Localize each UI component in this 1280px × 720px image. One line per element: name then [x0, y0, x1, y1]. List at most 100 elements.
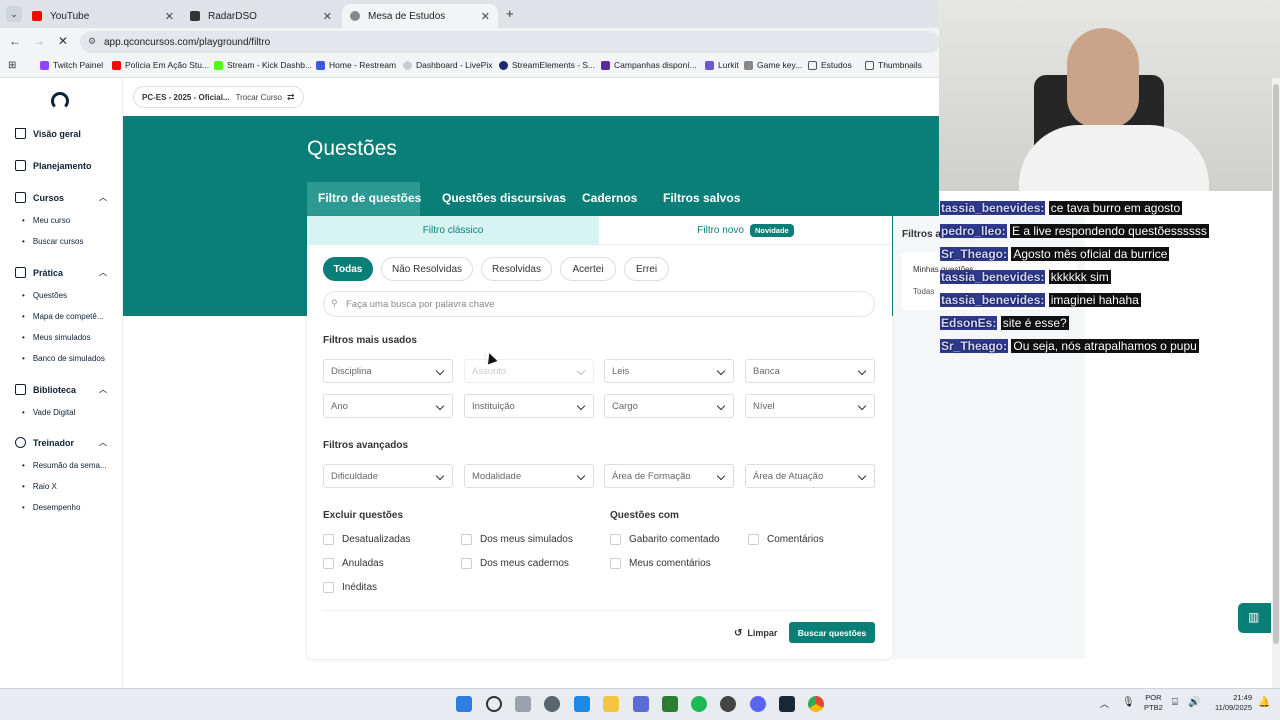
- chrome-icon[interactable]: [808, 696, 824, 712]
- sidebar-item-treinador[interactable]: Treinador ︿: [15, 437, 107, 448]
- sidebar-item-questoes[interactable]: Questões: [22, 291, 67, 300]
- search-input[interactable]: ⚲ Faça uma busca por palavra chave: [323, 291, 875, 317]
- pill-todas[interactable]: Todas: [323, 257, 373, 281]
- sidebar-item-cursos[interactable]: Cursos ︿: [15, 192, 107, 203]
- tab-mesa-de-estudos[interactable]: Mesa de Estudos ✕: [342, 4, 498, 28]
- tab-list-icon[interactable]: ⌄: [6, 6, 22, 22]
- apps-icon[interactable]: ⊞: [8, 60, 16, 71]
- bookmark[interactable]: Campanhas disponí...: [601, 60, 697, 70]
- sidebar-item-resumao-da-semana[interactable]: Resumão da sema...: [22, 461, 107, 470]
- microphone-icon[interactable]: 🎙: [1122, 697, 1135, 708]
- close-icon[interactable]: ✕: [481, 10, 490, 23]
- scrollbar-thumb[interactable]: [1273, 84, 1279, 644]
- close-icon[interactable]: ✕: [165, 10, 174, 23]
- sidebar-item-biblioteca[interactable]: Biblioteca ︿: [15, 384, 107, 395]
- checkbox-box[interactable]: [323, 534, 334, 545]
- stop-icon[interactable]: ✕: [58, 34, 68, 48]
- file-explorer-icon[interactable]: [603, 696, 619, 712]
- checkbox-dos-meus-cadernos[interactable]: Dos meus cadernos: [461, 558, 569, 569]
- search-questions-button[interactable]: Buscar questões: [789, 622, 875, 643]
- checkbox-box[interactable]: [323, 582, 334, 593]
- checkbox-desatualizadas[interactable]: Desatualizadas: [323, 534, 410, 545]
- checkbox-anuladas[interactable]: Anuladas: [323, 558, 384, 569]
- spotify-icon[interactable]: [691, 696, 707, 712]
- select-disciplina[interactable]: Disciplina: [323, 359, 453, 383]
- site-info-icon[interactable]: ⚙: [88, 36, 96, 47]
- task-view-icon[interactable]: [515, 696, 531, 712]
- checkbox-meus-comentarios[interactable]: Meus comentários: [610, 558, 711, 569]
- course-selector[interactable]: PC-ES - 2025 - Oficial... Trocar Curso ⇄: [133, 86, 304, 108]
- pill-errei[interactable]: Errei: [624, 257, 669, 281]
- tab-cadernos[interactable]: Cadernos: [582, 191, 637, 205]
- tray-chevron-icon[interactable]: ︿: [1100, 697, 1109, 710]
- checkbox-comentarios[interactable]: Comentários: [748, 534, 824, 545]
- checkbox-box[interactable]: [610, 558, 621, 569]
- bookmark-folder[interactable]: Estudos: [808, 60, 852, 70]
- language-indicator[interactable]: POR PTB2: [1144, 693, 1163, 713]
- bookmark[interactable]: Game key...: [744, 60, 802, 70]
- volume-icon[interactable]: 🔊: [1188, 697, 1200, 708]
- select-cargo[interactable]: Cargo: [604, 394, 734, 418]
- sidebar-item-raio-x[interactable]: Raio X: [22, 482, 57, 491]
- tab-filtro-de-questoes[interactable]: Filtro de questões: [318, 191, 421, 205]
- obs-icon[interactable]: [720, 696, 736, 712]
- checkbox-box[interactable]: [323, 558, 334, 569]
- clock[interactable]: 21:49 11/09/2025: [1208, 693, 1252, 713]
- sidebar-item-vade-digital[interactable]: Vade Digital: [22, 408, 76, 417]
- checkbox-dos-meus-simulados[interactable]: Dos meus simulados: [461, 534, 573, 545]
- bookmark[interactable]: Dashboard - LivePix: [403, 60, 493, 70]
- windows-start-icon[interactable]: [456, 696, 472, 712]
- discord-icon[interactable]: [750, 696, 766, 712]
- select-instituicao[interactable]: Instituição: [464, 394, 594, 418]
- forward-icon[interactable]: →: [33, 34, 45, 48]
- select-area-de-formacao[interactable]: Área de Formação: [604, 464, 734, 488]
- page-scrollbar[interactable]: [1272, 78, 1280, 688]
- new-tab-icon[interactable]: +: [506, 6, 514, 21]
- photos-icon[interactable]: [574, 696, 590, 712]
- clear-button[interactable]: ↺ Limpar: [734, 623, 777, 643]
- checkbox-ineditas[interactable]: Inéditas: [323, 582, 377, 593]
- bookmark[interactable]: Polícia Em Ação Stu...: [112, 60, 209, 70]
- app-icon[interactable]: [662, 696, 678, 712]
- checkbox-box[interactable]: [461, 558, 472, 569]
- bookmark[interactable]: Twitch Painel: [40, 60, 103, 70]
- select-banca[interactable]: Banca: [745, 359, 875, 383]
- bookmark-folder[interactable]: Thumbnails: [865, 60, 922, 70]
- sidebar-item-buscar-cursos[interactable]: Buscar cursos: [22, 237, 84, 246]
- sidebar-item-banco-de-simulados[interactable]: Banco de simulados: [22, 354, 105, 363]
- tab-radardso[interactable]: RadarDSO ✕: [182, 4, 340, 28]
- checkbox-gabarito-comentado[interactable]: Gabarito comentado: [610, 534, 720, 545]
- steam-icon[interactable]: [779, 696, 795, 712]
- tab-filtros-salvos[interactable]: Filtros salvos: [663, 191, 740, 205]
- url-field[interactable]: ⚙ app.qconcursos.com/playground/filtro: [80, 31, 940, 53]
- pill-acertei[interactable]: Acertei: [560, 257, 616, 281]
- checkbox-box[interactable]: [610, 534, 621, 545]
- library-float-button[interactable]: ▥: [1238, 603, 1271, 633]
- search-icon[interactable]: [486, 696, 502, 712]
- sidebar-item-visao-geral[interactable]: Visão geral: [15, 128, 81, 139]
- checkbox-box[interactable]: [461, 534, 472, 545]
- subtab-filtro-classico[interactable]: Filtro clássico: [307, 216, 599, 245]
- sidebar-item-meu-curso[interactable]: Meu curso: [22, 216, 70, 225]
- bookmark[interactable]: Home - Restream: [316, 60, 396, 70]
- select-area-de-atuacao[interactable]: Área de Atuação: [745, 464, 875, 488]
- sidebar-item-pratica[interactable]: Prática ︿: [15, 267, 107, 278]
- network-icon[interactable]: ⌸: [1172, 697, 1178, 708]
- qconcursos-logo-icon[interactable]: [51, 92, 69, 110]
- bookmark[interactable]: Stream - Kick Dashb...: [214, 60, 312, 70]
- select-leis[interactable]: Leis: [604, 359, 734, 383]
- tab-youtube[interactable]: YouTube ✕: [24, 4, 182, 28]
- sidebar-item-planejamento[interactable]: Planejamento: [15, 160, 92, 171]
- notification-icon[interactable]: 🔔: [1258, 697, 1270, 708]
- select-ano[interactable]: Ano: [323, 394, 453, 418]
- settings-icon[interactable]: [544, 696, 560, 712]
- select-dificuldade[interactable]: Dificuldade: [323, 464, 453, 488]
- sidebar-item-meus-simulados[interactable]: Meus simulados: [22, 333, 91, 342]
- checkbox-box[interactable]: [748, 534, 759, 545]
- select-nivel[interactable]: Nível: [745, 394, 875, 418]
- pill-nao-resolvidas[interactable]: Não Resolvidas: [381, 257, 473, 281]
- subtab-filtro-novo[interactable]: Filtro novo Novidade: [599, 216, 892, 245]
- bookmark[interactable]: Lurkit: [705, 60, 739, 70]
- back-icon[interactable]: ←: [9, 34, 21, 48]
- app-icon[interactable]: [633, 696, 649, 712]
